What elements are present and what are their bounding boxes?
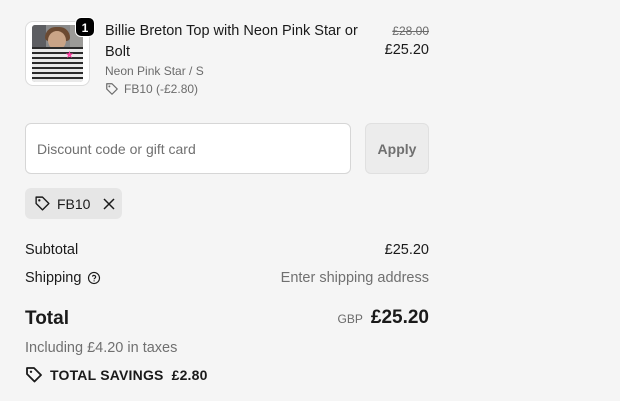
close-icon[interactable] [102, 197, 116, 211]
order-summary-panel: ★ 1 Billie Breton Top with Neon Pink Sta… [0, 0, 620, 401]
discount-code-input[interactable] [25, 123, 351, 174]
shipping-value: Enter shipping address [280, 270, 429, 286]
taxes-note: Including £4.20 in taxes [25, 340, 178, 356]
total-value-group: GBP £25.20 [338, 307, 429, 329]
discounted-price: £25.20 [384, 42, 429, 58]
subtotal-label: Subtotal [25, 242, 79, 258]
tag-icon [26, 367, 42, 383]
quantity-badge: 1 [75, 17, 95, 37]
apply-button[interactable]: Apply [365, 123, 429, 174]
savings-label: TOTAL SAVINGS [50, 367, 164, 383]
currency-code: GBP [337, 312, 363, 326]
original-price: £28.00 [392, 24, 429, 38]
line-item-discount: FB10 (-£2.80) [105, 82, 198, 96]
total-amount: £25.20 [370, 307, 429, 328]
applied-discount-chip: FB10 [25, 188, 122, 219]
total-label: Total [25, 308, 69, 329]
pink-star-icon: ★ [65, 50, 74, 61]
shipping-label: Shipping [25, 270, 82, 286]
subtotal-value: £25.20 [384, 242, 429, 258]
applied-code-label: FB10 [57, 195, 91, 212]
tag-icon [106, 83, 118, 95]
product-variant: Neon Pink Star / S [105, 64, 204, 78]
product-title: Billie Breton Top with Neon Pink Star or… [105, 23, 358, 60]
help-icon[interactable] [87, 271, 101, 285]
shipping-row: Shipping [25, 270, 101, 286]
tag-icon [35, 196, 50, 211]
total-savings: TOTAL SAVINGS £2.80 [25, 366, 208, 384]
savings-value: £2.80 [171, 367, 208, 383]
line-item-discount-text: FB10 (-£2.80) [124, 82, 199, 96]
